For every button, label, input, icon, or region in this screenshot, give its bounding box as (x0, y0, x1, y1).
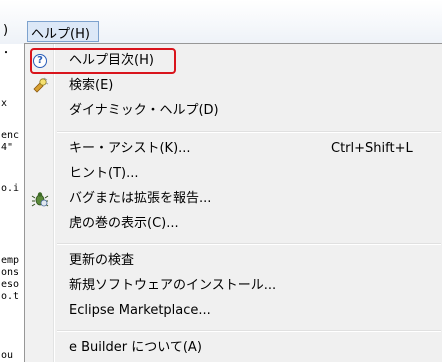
help-dropdown-menu: ? ヘルプ目次(H) 検索(E) ダイナミック・ヘルプ(D) キー・アシスト(K… (24, 43, 442, 362)
editor-fragment: o.i (1, 183, 20, 194)
menu-item-label: 新規ソフトウェアのインストール... (69, 278, 277, 293)
menu-item-label: キー・アシスト(K)... (69, 141, 191, 156)
menu-item-about[interactable]: e Builder について(A) (25, 336, 442, 360)
editor-fragment: x (1, 98, 8, 109)
menu-item-dynamic-help[interactable]: ダイナミック・ヘルプ(D) (25, 99, 442, 123)
menu-item-label: 検索(E) (69, 78, 114, 93)
editor-fragment: eso (1, 279, 20, 290)
menu-item-label: Eclipse Marketplace... (69, 303, 211, 318)
editor-fragment: 4" (1, 142, 14, 153)
menu-item-tips[interactable]: ヒント(T)... (25, 162, 442, 186)
menu-item-search[interactable]: 検索(E) (25, 74, 442, 98)
editor-fragment: ons (1, 267, 20, 278)
menu-item-label: ダイナミック・ヘルプ(D) (69, 103, 219, 118)
menu-item-label: e Builder について(A) (69, 340, 202, 355)
editor-fragment: enc (1, 130, 20, 141)
menu-item-key-assist[interactable]: キー・アシスト(K)... Ctrl+Shift+L (25, 137, 442, 161)
editor-fragment: o.t (1, 291, 20, 302)
menu-separator (57, 131, 441, 133)
bug-report-icon (31, 190, 49, 208)
menu-bar: ) ヘルプ(H) (0, 0, 442, 44)
menu-item-accelerator: Ctrl+Shift+L (331, 141, 413, 156)
menu-item-check-updates[interactable]: 更新の検査 (25, 249, 442, 273)
editor-fragment: ou (1, 350, 14, 361)
menu-item-eclipse-marketplace[interactable]: Eclipse Marketplace... (25, 299, 442, 323)
menu-item-install-software[interactable]: 新規ソフトウェアのインストール... (25, 274, 442, 298)
editor-fragment: emp (1, 255, 20, 266)
menubar-partial-item[interactable]: ) (3, 23, 8, 38)
editor-fragment-strip: ・ x enc 4" o.i emp ons eso o.t ou (0, 44, 24, 362)
menu-item-label: ヒント(T)... (69, 166, 139, 181)
menu-item-cheat-sheets[interactable]: 虎の巻の表示(C)... (25, 212, 442, 236)
menu-item-label: 虎の巻の表示(C)... (69, 216, 179, 231)
menu-item-report-bug[interactable]: バグまたは拡張を報告... (25, 187, 442, 211)
search-flashlight-icon (31, 77, 49, 95)
help-menu-title[interactable]: ヘルプ(H) (27, 21, 99, 42)
highlight-box (30, 48, 176, 74)
editor-fragment: ・ (1, 48, 11, 59)
menu-separator (57, 330, 441, 332)
menu-item-label: 更新の検査 (69, 253, 135, 268)
menu-separator (57, 243, 441, 245)
menu-item-label: バグまたは拡張を報告... (69, 191, 212, 206)
